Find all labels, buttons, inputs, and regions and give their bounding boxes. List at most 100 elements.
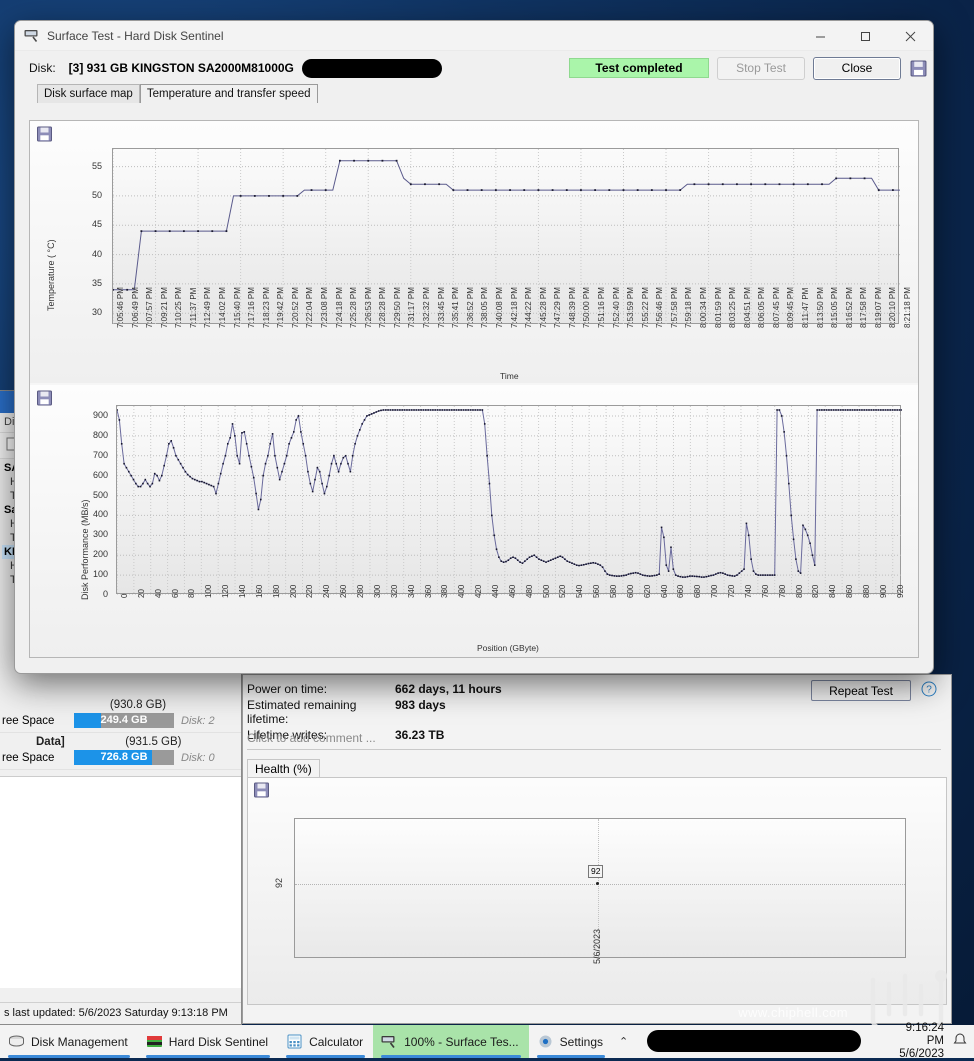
x-tick-label: 360 [423,584,433,598]
maximize-button[interactable] [843,21,888,51]
taskbar-label: 100% - Surface Tes... [404,1034,519,1049]
x-tick-label: 7:25:28 PM [349,287,359,328]
x-tick-label: 7:51:16 PM [596,287,606,328]
x-tick-label: 7:36:52 PM [465,287,475,328]
x-tick-label: 280 [356,584,366,598]
taskbar-item-hard-disk-sentinel[interactable]: Hard Disk Sentinel [138,1025,278,1058]
x-tick-label: 7:18:23 PM [261,287,271,328]
taskbar-clock[interactable]: 9:16:24 PM 5/6/2023 [886,1022,944,1061]
disk-info-panel: Power on time: 662 days, 11 hours Estima… [242,674,952,1024]
x-tick-label: 820 [811,584,821,598]
x-tick-label: 160 [254,584,264,598]
x-tick-label: 7:38:05 PM [480,287,490,328]
y-tick-label: 900 [92,409,108,420]
x-tick-label: 500 [541,584,551,598]
disk-space-block[interactable]: Data] (931.5 GB) ree Space 726.8 GB Disk… [0,733,241,770]
minimize-button[interactable] [798,21,843,51]
disk-index-label: Disk: 0 [181,751,215,764]
site-watermark: www.chiphell.com [738,1005,848,1020]
x-tick-label: 7:29:50 PM [392,287,402,328]
x-tick-label: 180 [271,584,281,598]
info-row-power-on-time: Power on time: 662 days, 11 hours [247,681,502,697]
x-tick-label: 320 [389,584,399,598]
x-tick-label: 7:32:32 PM [422,287,432,328]
x-tick-label: 7:59:18 PM [684,287,694,328]
x-tick-label: 140 [238,584,248,598]
window-title: Surface Test - Hard Disk Sentinel [47,28,224,43]
chevron-up-icon[interactable]: ⌃ [619,1035,628,1048]
question-mark-icon[interactable]: ? [921,681,937,697]
y-tick-label: 0 [102,589,108,599]
hard-disk-sentinel-icon [146,1034,163,1049]
info-row-remaining-lifetime: Estimated remaining lifetime: 983 days [247,697,502,727]
x-tick-label: 760 [760,584,770,598]
redacted-serial-number [301,58,442,78]
floppy-save-icon[interactable] [36,126,55,144]
status-badge: Test completed [569,58,709,78]
x-tick-label: 720 [727,584,737,598]
temperature-chart[interactable]: Temperature ( °C) 30 35 40 45 50 55 7:05:46 P… [30,121,918,383]
y-tick-label: 45 [91,219,102,230]
health-y-tick-label: 92 [274,877,285,889]
charts-container: Temperature ( °C) 30 35 40 45 50 55 7:05:46 P… [29,120,919,658]
y-tick-label: 30 [91,307,102,318]
surface-test-tabs[interactable]: Disk surface map Temperature and transfe… [15,84,933,103]
tab-health-percent[interactable]: Health (%) [247,759,320,779]
x-tick-label: 7:44:22 PM [524,287,534,328]
x-tick-label: 7:48:39 PM [567,287,577,328]
notification-bell-icon[interactable] [952,1032,968,1051]
x-tick-label: 7:53:59 PM [626,287,636,328]
disk-space-panel: (930.8 GB) ree Space 249.4 GB Disk: 2 Da… [0,696,241,770]
x-tick-label: 340 [406,584,416,598]
taskbar-item-calculator[interactable]: Calculator [278,1025,373,1058]
x-tick-label: 7:31:17 PM [407,287,417,328]
close-test-button[interactable]: Close [813,56,901,80]
taskbar[interactable]: Disk Management Hard Disk Sentinel Calcu… [0,1022,974,1061]
floppy-save-icon[interactable] [253,782,272,800]
x-tick-label: 7:20:52 PM [290,287,300,328]
repeat-test-button[interactable]: Repeat Test [811,680,911,701]
disk-space-block[interactable]: (930.8 GB) ree Space 249.4 GB Disk: 2 [0,696,241,733]
x-tick-label: 7:45:28 PM [538,287,548,328]
free-space-label: ree Space [2,751,55,764]
taskbar-item-disk-management[interactable]: Disk Management [0,1025,138,1058]
taskbar-item-surface-test[interactable]: 100% - Surface Tes... [373,1025,529,1058]
tab-disk-surface-map[interactable]: Disk surface map [37,84,140,103]
tab-temperature-and-transfer-speed[interactable]: Temperature and transfer speed [139,84,318,103]
taskbar-label: Hard Disk Sentinel [168,1034,269,1049]
close-button[interactable] [888,21,933,51]
comment-input[interactable]: Click to add comment ... [247,731,941,750]
surface-test-icon [24,29,40,43]
health-chart[interactable]: 92 92 5/6/2023 [247,777,947,1005]
surface-test-window[interactable]: Surface Test - Hard Disk Sentinel Disk: … [14,20,934,674]
volume-name-label: Data] [36,736,65,748]
disk-performance-chart[interactable]: Disk Performance (MB/s) 0 100 200 300 400 500… [30,385,918,657]
x-tick-label: 8:21:18 PM [903,287,912,328]
x-tick-label: 8:01:59 PM [713,287,723,328]
x-tick-label: 0 [120,593,129,598]
y-tick-label: 50 [91,189,102,200]
x-tick-label: 380 [440,584,450,598]
taskbar-item-settings[interactable]: Settings [529,1025,613,1058]
hds-main-detail-area [0,776,241,988]
free-space-label: ree Space [2,714,55,727]
taskbar-label: Disk Management [31,1034,128,1049]
x-tick-label: 8:09:45 PM [786,287,796,328]
x-tick-label: 60 [170,589,180,598]
x-tick-label: 7:23:08 PM [320,287,330,328]
stop-test-button[interactable]: Stop Test [717,56,805,80]
surface-test-titlebar[interactable]: Surface Test - Hard Disk Sentinel [15,21,933,51]
x-tick-label: 200 [288,584,298,598]
x-tick-label: 7:14:02 PM [218,287,228,328]
free-space-bar: 249.4 GB [74,713,174,728]
system-tray[interactable]: ⌃ 9:16:24 PM 5/6/2023 [613,1022,974,1061]
hds-main-statusbar: s last updated: 5/6/2023 Saturday 9:13:1… [0,1002,241,1024]
temperature-x-axis-label: Time [500,371,519,381]
x-tick-label: 680 [693,584,703,598]
floppy-save-icon[interactable] [36,390,55,408]
free-space-value: 726.8 GB [100,751,148,763]
floppy-save-icon[interactable] [910,60,927,77]
x-tick-label: 740 [743,584,753,598]
x-tick-label: 660 [676,584,686,598]
free-space-value: 249.4 GB [100,714,148,726]
